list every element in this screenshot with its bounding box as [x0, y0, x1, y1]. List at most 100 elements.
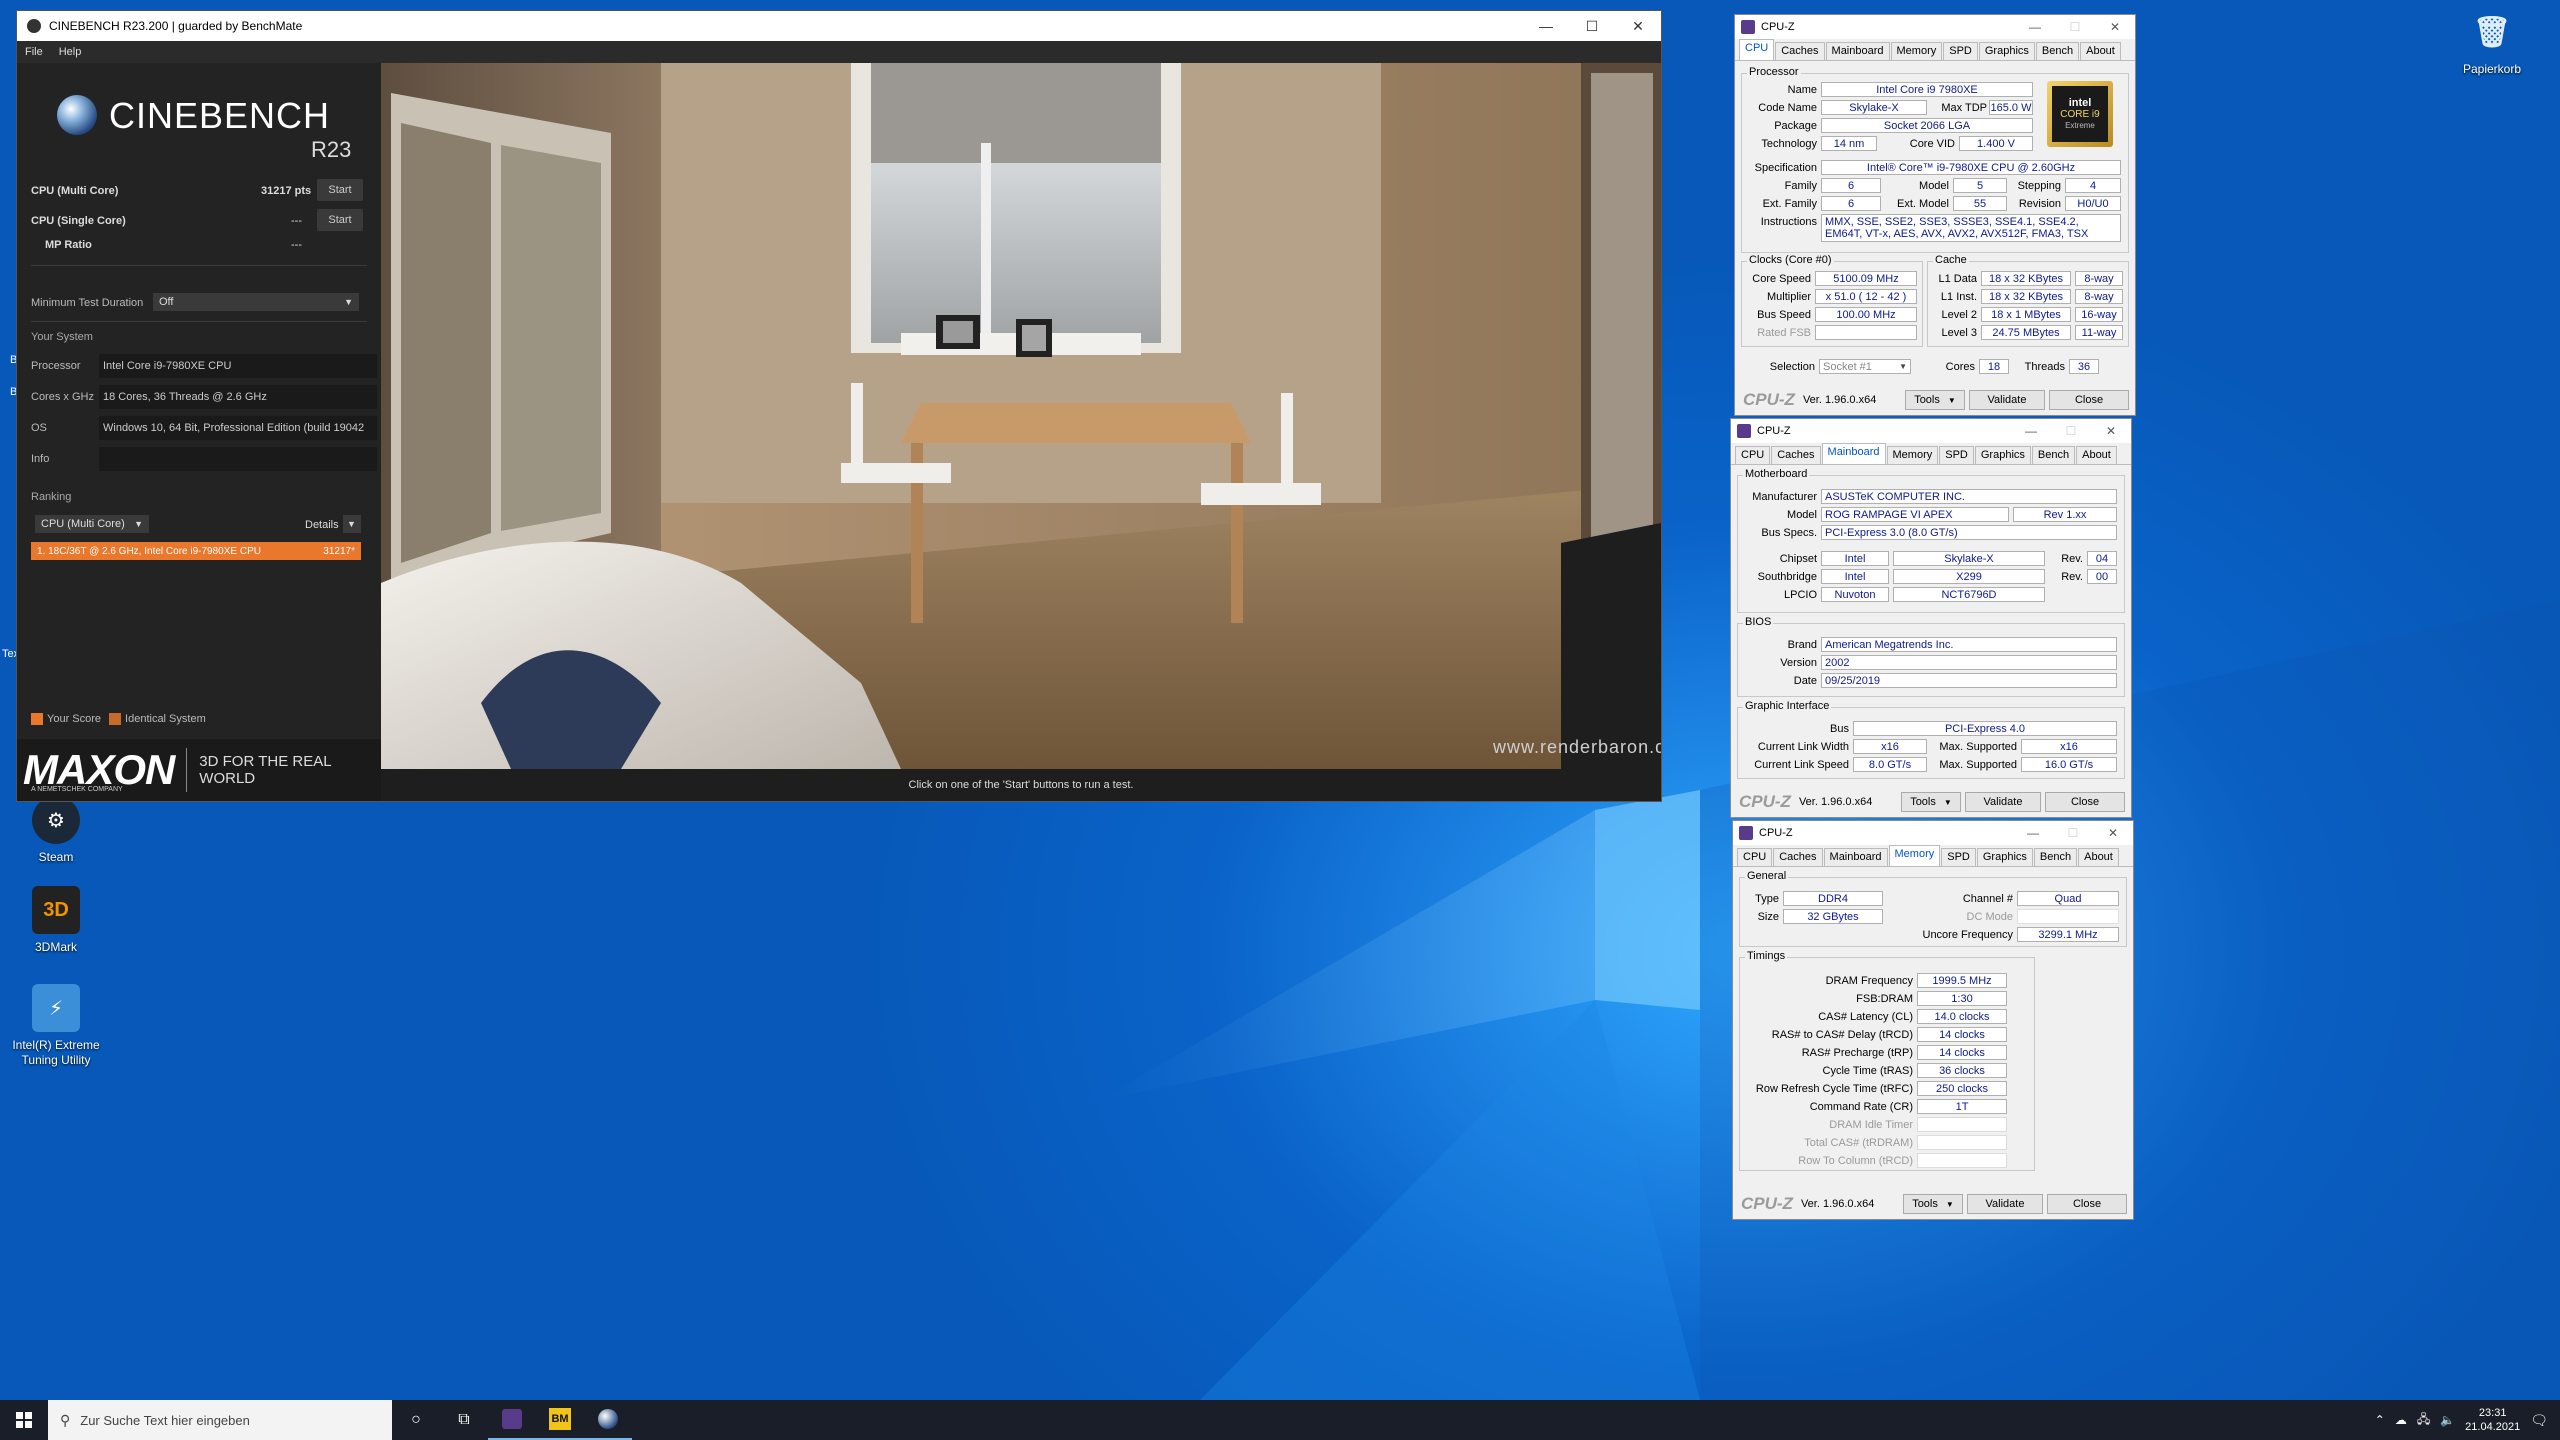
- tab-about[interactable]: About: [2080, 42, 2121, 60]
- taskbar-cinebench[interactable]: [584, 1400, 632, 1440]
- cortana-icon[interactable]: ○: [392, 1400, 440, 1440]
- tab-graphics[interactable]: Graphics: [1978, 42, 2035, 60]
- desktop-icon-steam[interactable]: ⚙ Steam: [8, 796, 104, 865]
- desktop-icon-recycle-bin[interactable]: 🗑 Papierkorb: [2444, 8, 2540, 77]
- value-family: 6: [1821, 178, 1881, 193]
- timing-value: 36 clocks: [1917, 1063, 2007, 1078]
- tools-button[interactable]: Tools ▼: [1905, 390, 1965, 410]
- tab-about[interactable]: About: [2078, 848, 2119, 866]
- tab-mainboard[interactable]: Mainboard: [1821, 443, 1886, 464]
- close-icon[interactable]: ✕: [2093, 826, 2133, 840]
- minimize-icon[interactable]: —: [2015, 20, 2055, 34]
- value-threads: 36: [2069, 359, 2099, 374]
- label-bios-brand: Brand: [1787, 639, 1817, 651]
- validate-button[interactable]: Validate: [1967, 1194, 2043, 1214]
- tab-cpu[interactable]: CPU: [1737, 848, 1773, 866]
- start-single-button[interactable]: Start: [317, 209, 363, 231]
- chevron-up-icon[interactable]: ⌃: [2375, 1413, 2385, 1427]
- volume-icon[interactable]: 🔈: [2440, 1413, 2455, 1427]
- tab-caches[interactable]: Caches: [1771, 446, 1821, 464]
- tab-spd[interactable]: SPD: [1939, 446, 1974, 464]
- maximize-icon[interactable]: ☐: [2055, 20, 2095, 34]
- tools-button[interactable]: Tools ▼: [1903, 1194, 1963, 1214]
- desktop-icon-3dmark[interactable]: 3D 3DMark: [8, 886, 104, 955]
- details-dropdown[interactable]: ▼: [343, 515, 361, 533]
- cinebench-titlebar[interactable]: CINEBENCH R23.200 | guarded by BenchMate…: [17, 11, 1661, 41]
- tab-bench[interactable]: Bench: [2033, 848, 2078, 866]
- tab-spd[interactable]: SPD: [1941, 848, 1976, 866]
- taskbar-search[interactable]: ⚲ Zur Suche Text hier eingeben: [48, 1400, 392, 1440]
- close-button[interactable]: Close: [2045, 792, 2125, 812]
- start-multi-button[interactable]: Start: [317, 179, 363, 201]
- tools-button[interactable]: Tools ▼: [1901, 792, 1961, 812]
- minimize-icon[interactable]: —: [2011, 424, 2051, 438]
- clock-time: 23:31: [2478, 1407, 2507, 1419]
- validate-button[interactable]: Validate: [1965, 792, 2041, 812]
- chevron-down-icon: ▼: [1899, 362, 1907, 371]
- minimize-icon[interactable]: —: [2013, 826, 2053, 840]
- cpuz-app-icon: [1737, 424, 1751, 438]
- info-input[interactable]: [99, 447, 377, 471]
- task-view-icon[interactable]: ⧉: [440, 1400, 488, 1440]
- ranking-select[interactable]: CPU (Multi Core) ▼: [35, 515, 149, 533]
- tab-graphics[interactable]: Graphics: [1976, 848, 2033, 866]
- tab-memory[interactable]: Memory: [1888, 845, 1941, 866]
- minimize-icon[interactable]: —: [1523, 18, 1569, 35]
- maximize-icon[interactable]: ☐: [1569, 18, 1615, 35]
- close-icon[interactable]: ✕: [2095, 20, 2135, 34]
- value-bus-specs: PCI-Express 3.0 (8.0 GT/s): [1821, 525, 2117, 540]
- network-icon[interactable]: 🖧: [2417, 1410, 2430, 1431]
- tab-bench[interactable]: Bench: [2031, 446, 2076, 464]
- label-selection: Selection: [1769, 361, 1815, 373]
- cpuz-app-icon: [502, 1409, 522, 1429]
- tab-memory[interactable]: Memory: [1886, 446, 1939, 464]
- tab-cpu[interactable]: CPU: [1739, 39, 1775, 60]
- value-southbridge: Intel: [1821, 569, 1889, 584]
- taskbar-benchmate[interactable]: BM: [536, 1400, 584, 1440]
- tab-about[interactable]: About: [2076, 446, 2117, 464]
- tab-caches[interactable]: Caches: [1773, 848, 1823, 866]
- menu-file[interactable]: File: [25, 46, 43, 58]
- value-model: 5: [1953, 178, 2007, 193]
- cpuz-titlebar[interactable]: CPU-Z — ☐ ✕: [1731, 419, 2131, 443]
- timing-value: 14 clocks: [1917, 1045, 2007, 1060]
- cpuz-titlebar[interactable]: CPU-Z — ☐ ✕: [1735, 15, 2135, 39]
- min-duration-select[interactable]: Off ▼: [153, 293, 359, 311]
- maximize-icon[interactable]: ☐: [2053, 826, 2093, 840]
- tab-caches[interactable]: Caches: [1775, 42, 1825, 60]
- selection-select[interactable]: Socket #1 ▼: [1819, 359, 1911, 374]
- tab-cpu[interactable]: CPU: [1735, 446, 1771, 464]
- taskbar-cpuz[interactable]: [488, 1400, 536, 1440]
- timing-label: DRAM Frequency: [1825, 975, 1913, 987]
- system-value: Intel Core i9-7980XE CPU: [99, 354, 377, 378]
- desktop-icon-xtu[interactable]: ⚡ Intel(R) Extreme Tuning Utility: [8, 984, 104, 1068]
- start-button[interactable]: [0, 1400, 48, 1440]
- label-bus-speed: Bus Speed: [1757, 309, 1811, 321]
- clock[interactable]: 23:31 21.04.2021: [2465, 1406, 2520, 1434]
- close-button[interactable]: Close: [2047, 1194, 2127, 1214]
- label-ext-family: Ext. Family: [1762, 198, 1817, 210]
- recycle-bin-icon: 🗑: [2472, 15, 2512, 49]
- tab-spd[interactable]: SPD: [1943, 42, 1978, 60]
- tab-memory[interactable]: Memory: [1890, 42, 1943, 60]
- cpuz-titlebar[interactable]: CPU-Z — ☐ ✕: [1733, 821, 2133, 845]
- close-icon[interactable]: ✕: [1615, 18, 1661, 35]
- tab-mainboard[interactable]: Mainboard: [1825, 42, 1890, 60]
- ranking-entry[interactable]: 1. 18C/36T @ 2.6 GHz, Intel Core i9-7980…: [31, 542, 361, 560]
- search-input[interactable]: Zur Suche Text hier eingeben: [80, 1413, 250, 1428]
- min-duration-value: Off: [159, 296, 174, 308]
- validate-button[interactable]: Validate: [1969, 390, 2045, 410]
- test-single-score: ---: [291, 215, 302, 227]
- close-icon[interactable]: ✕: [2091, 424, 2131, 438]
- tab-graphics[interactable]: Graphics: [1974, 446, 2031, 464]
- onedrive-icon[interactable]: ☁: [2395, 1413, 2407, 1427]
- notifications-icon[interactable]: 🗨: [2530, 1412, 2548, 1429]
- menu-help[interactable]: Help: [59, 46, 82, 58]
- close-button[interactable]: Close: [2049, 390, 2129, 410]
- mp-ratio-label: MP Ratio: [45, 239, 92, 251]
- details-label[interactable]: Details: [305, 519, 339, 531]
- tab-bench[interactable]: Bench: [2035, 42, 2080, 60]
- maximize-icon[interactable]: ☐: [2051, 424, 2091, 438]
- value-model-rev: Rev 1.xx: [2013, 507, 2117, 522]
- tab-mainboard[interactable]: Mainboard: [1823, 848, 1888, 866]
